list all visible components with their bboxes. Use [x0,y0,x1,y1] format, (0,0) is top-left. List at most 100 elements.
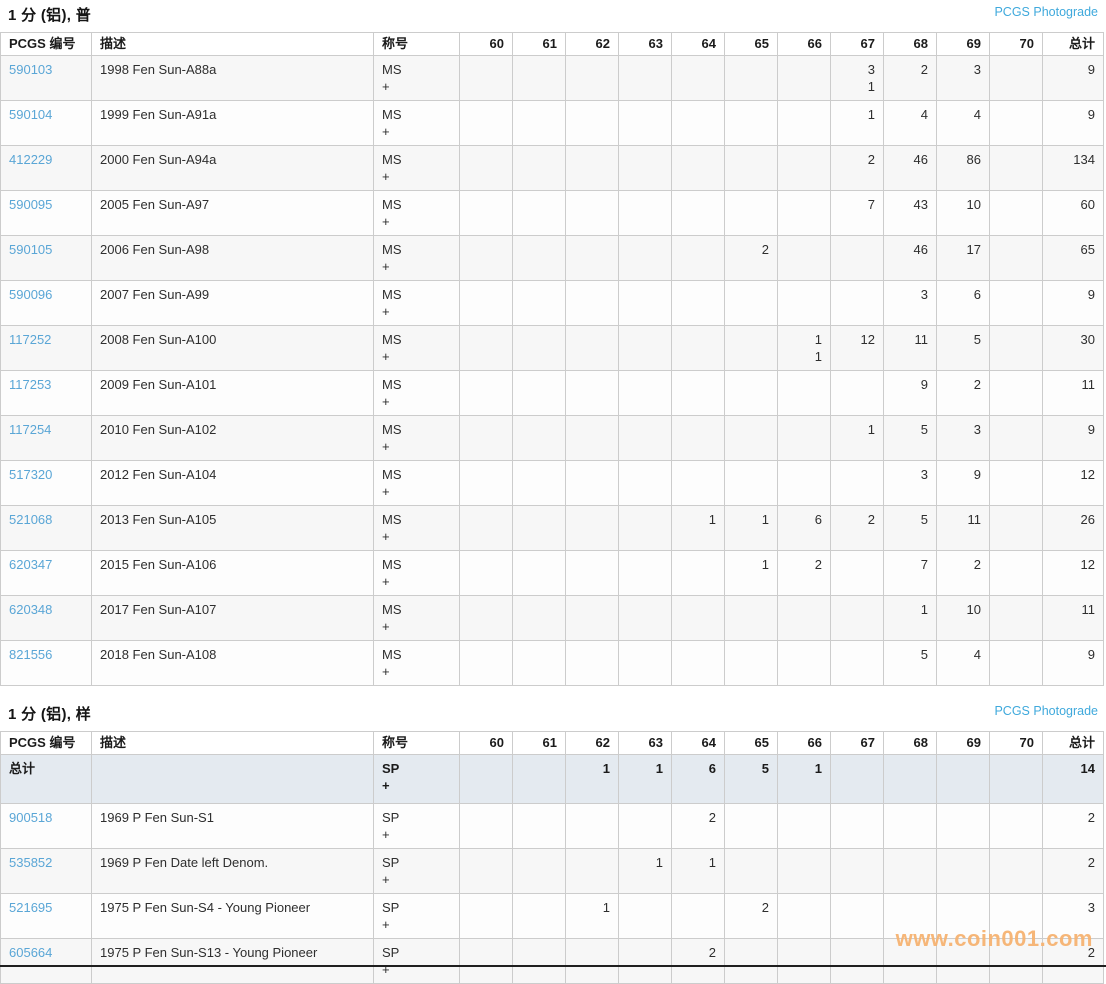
table-row: 4122292000 Fen Sun-A94aMS +24686134 [1,146,1104,191]
pcgs-number-link[interactable]: 117253 [9,377,51,392]
pcgs-number-link[interactable]: 117252 [9,332,51,347]
grade-66-cell [778,281,831,326]
grade-70-cell [990,101,1043,146]
total-cell: 12 [1043,551,1104,596]
table-row: 5900952005 Fen Sun-A97MS +7431060 [1,191,1104,236]
grade-64-cell [672,101,725,146]
pcgs-number-link[interactable]: 590103 [9,62,52,77]
column-header-68: 68 [884,732,937,755]
grade-61-cell [513,755,566,804]
pcgs-number-cell: 821556 [1,641,92,686]
grade-66-cell [778,894,831,939]
table-row: 5358521969 P Fen Date left Denom.SP +112 [1,849,1104,894]
grade-64-cell [672,894,725,939]
grade-65-cell [725,326,778,371]
grade-69-cell: 10 [937,596,990,641]
designation-cell: MS + [374,101,460,146]
header-row: PCGS 编号描述称号6061626364656667686970总计 [1,33,1104,56]
grade-67-cell: 3 1 [831,56,884,101]
designation-cell: MS + [374,641,460,686]
section-1-fen-aluminum-regular: 1 分 (铝), 普 PCGS Photograde PCGS 编号描述称号60… [0,0,1106,686]
pcgs-number-cell: 521068 [1,506,92,551]
column-header-62: 62 [566,33,619,56]
grade-61-cell [513,281,566,326]
grade-69-cell [937,939,990,984]
column-header-70: 70 [990,33,1043,56]
population-table-regular: PCGS 编号描述称号6061626364656667686970总计 5901… [0,32,1104,686]
grade-63-cell [619,939,672,984]
column-header-70: 70 [990,732,1043,755]
pcgs-number-link[interactable]: 590104 [9,107,52,122]
total-cell: 14 [1043,755,1104,804]
column-header-67: 67 [831,732,884,755]
grade-64-cell [672,596,725,641]
pcgs-number-cell: 605664 [1,939,92,984]
column-header-pcgs-number: PCGS 编号 [1,732,92,755]
photograde-link[interactable]: PCGS Photograde [994,704,1098,718]
grade-61-cell [513,56,566,101]
grade-64-cell [672,371,725,416]
grade-66-cell: 1 1 [778,326,831,371]
column-header-69: 69 [937,33,990,56]
pcgs-number-link[interactable]: 590096 [9,287,52,302]
grade-68-cell [884,804,937,849]
grade-62-cell [566,641,619,686]
grade-69-cell [937,894,990,939]
grade-68-cell [884,755,937,804]
grade-60-cell [460,281,513,326]
pcgs-number-link[interactable]: 620347 [9,557,52,572]
grade-60-cell [460,461,513,506]
grade-70-cell [990,506,1043,551]
grade-69-cell: 2 [937,551,990,596]
grade-68-cell: 5 [884,416,937,461]
grade-70-cell [990,551,1043,596]
pcgs-number-link[interactable]: 590095 [9,197,52,212]
pcgs-number-link[interactable]: 605664 [9,945,52,960]
grade-68-cell: 46 [884,236,937,281]
grade-66-cell [778,236,831,281]
table-row: 6203472015 Fen Sun-A106MS +127212 [1,551,1104,596]
pcgs-number-link[interactable]: 412229 [9,152,52,167]
pcgs-number-link[interactable]: 117254 [9,422,51,437]
photograde-link[interactable]: PCGS Photograde [994,5,1098,19]
description-cell: 2012 Fen Sun-A104 [92,461,374,506]
grade-65-cell [725,281,778,326]
grade-63-cell [619,236,672,281]
column-header-designation: 称号 [374,732,460,755]
pcgs-number-link[interactable]: 821556 [9,647,52,662]
designation-cell: SP + [374,894,460,939]
grade-70-cell [990,146,1043,191]
column-header-66: 66 [778,732,831,755]
pcgs-number-cell: 590105 [1,236,92,281]
pcgs-number-link[interactable]: 535852 [9,855,52,870]
population-table-specimen: PCGS 编号描述称号6061626364656667686970总计 总计SP… [0,731,1104,984]
grade-62-cell [566,191,619,236]
grade-60-cell [460,56,513,101]
grade-70-cell [990,416,1043,461]
grade-66-cell [778,461,831,506]
pcgs-number-link[interactable]: 521695 [9,900,52,915]
grade-66-cell [778,191,831,236]
grade-69-cell: 3 [937,416,990,461]
grade-64-cell [672,236,725,281]
designation-cell: MS + [374,551,460,596]
pcgs-number-link[interactable]: 521068 [9,512,52,527]
pcgs-number-link[interactable]: 517320 [9,467,52,482]
grade-63-cell [619,281,672,326]
pcgs-number-link[interactable]: 620348 [9,602,52,617]
total-cell: 30 [1043,326,1104,371]
pcgs-number-cell: 517320 [1,461,92,506]
grade-67-cell [831,236,884,281]
grade-66-cell [778,596,831,641]
pcgs-number-cell: 590095 [1,191,92,236]
grade-60-cell [460,894,513,939]
grade-61-cell [513,371,566,416]
section-title: 1 分 (铝), 普 [8,4,91,25]
designation-cell: SP + [374,939,460,984]
grade-64-cell: 2 [672,804,725,849]
grade-61-cell [513,551,566,596]
pcgs-number-link[interactable]: 900518 [9,810,52,825]
pcgs-number-link[interactable]: 590105 [9,242,52,257]
designation-cell: MS + [374,191,460,236]
description-cell: 2005 Fen Sun-A97 [92,191,374,236]
